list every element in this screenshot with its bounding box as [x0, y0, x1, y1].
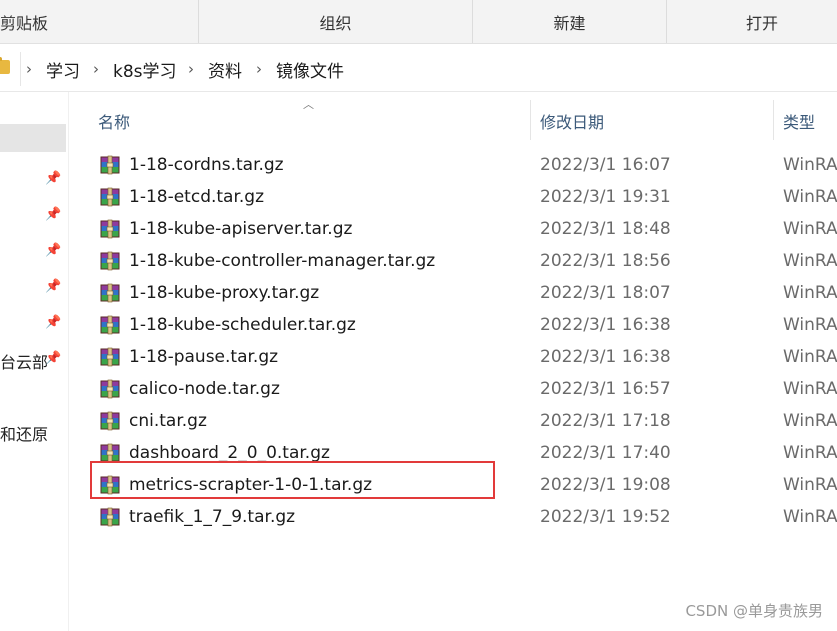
column-header-type[interactable]: 类型 — [783, 96, 815, 146]
file-date: 2022/3/1 16:38 — [540, 315, 671, 335]
file-name: 1-18-kube-apiserver.tar.gz — [129, 219, 353, 239]
file-date: 2022/3/1 18:07 — [540, 283, 671, 303]
file-type: WinRA — [783, 379, 837, 399]
file-type: WinRA — [783, 219, 837, 239]
nav-item-restore[interactable]: 和还原 — [0, 421, 48, 445]
winrar-archive-icon — [100, 251, 120, 271]
file-type: WinRA — [783, 411, 837, 431]
pin-icon[interactable]: 📌 — [45, 352, 61, 366]
file-name: traefik_1_7_9.tar.gz — [129, 507, 296, 527]
file-type: WinRA — [783, 187, 837, 207]
file-type: WinRA — [783, 507, 837, 527]
breadcrumb-materials[interactable]: 资料 — [208, 47, 242, 91]
column-separator[interactable] — [530, 100, 531, 140]
file-type: WinRA — [783, 251, 837, 271]
file-type: WinRA — [783, 475, 837, 495]
winrar-archive-icon — [100, 219, 120, 239]
file-row[interactable]: cni.tar.gz 2022/3/1 17:18 WinRA — [90, 405, 837, 437]
file-row[interactable]: 1-18-cordns.tar.gz 2022/3/1 16:07 WinRA — [90, 149, 837, 181]
pin-icon[interactable]: 📌 — [45, 208, 61, 222]
file-date: 2022/3/1 19:08 — [540, 475, 671, 495]
file-row[interactable]: calico-node.tar.gz 2022/3/1 16:57 WinRA — [90, 373, 837, 405]
pin-icon[interactable]: 📌 — [45, 244, 61, 258]
pin-icon[interactable]: 📌 — [45, 316, 61, 330]
file-name: cni.tar.gz — [129, 411, 207, 431]
file-name: 1-18-cordns.tar.gz — [129, 155, 284, 175]
address-bar[interactable]: › 学习 › k8s学习 › 资料 › 镜像文件 — [0, 47, 837, 92]
column-header-name[interactable]: 名称 — [98, 96, 130, 146]
file-row[interactable]: 1-18-etcd.tar.gz 2022/3/1 19:31 WinRA — [90, 181, 837, 213]
watermark: CSDN @单身贵族男 — [685, 602, 823, 620]
file-date: 2022/3/1 16:57 — [540, 379, 671, 399]
highlight-annotation — [90, 461, 495, 499]
winrar-archive-icon — [100, 411, 120, 431]
file-type: WinRA — [783, 155, 837, 175]
folder-icon — [0, 57, 10, 74]
chevron-right-icon[interactable]: › — [93, 47, 99, 91]
file-date: 2022/3/1 19:52 — [540, 507, 671, 527]
column-header-date[interactable]: 修改日期 — [540, 96, 604, 146]
sort-ascending-icon: ︿ — [303, 98, 314, 111]
ribbon-group-open[interactable]: 打开 — [667, 0, 837, 43]
file-row[interactable]: 1-18-kube-scheduler.tar.gz 2022/3/1 16:38… — [90, 309, 837, 341]
file-type: WinRA — [783, 315, 837, 335]
column-separator[interactable] — [773, 100, 774, 140]
winrar-archive-icon — [100, 155, 120, 175]
file-name: 1-18-pause.tar.gz — [129, 347, 279, 367]
pin-icon[interactable]: 📌 — [45, 280, 61, 294]
file-name: 1-18-kube-scheduler.tar.gz — [129, 315, 356, 335]
ribbon-group-clipboard[interactable]: 剪贴板 — [0, 0, 68, 43]
pin-icon[interactable]: 📌 — [45, 172, 61, 186]
file-type: WinRA — [783, 283, 837, 303]
file-date: 2022/3/1 17:40 — [540, 443, 671, 463]
ribbon-group-bar: 剪贴板 组织 新建 打开 — [0, 0, 837, 44]
file-date: 2022/3/1 17:18 — [540, 411, 671, 431]
navigation-pane: 📌 📌 📌 📌 📌 台云部 📌 和还原 — [0, 92, 69, 631]
ribbon-group-new[interactable]: 新建 — [473, 0, 666, 43]
file-name: calico-node.tar.gz — [129, 379, 280, 399]
winrar-archive-icon — [100, 347, 120, 367]
winrar-archive-icon — [100, 283, 120, 303]
file-row[interactable]: 1-18-kube-proxy.tar.gz 2022/3/1 18:07 WinR… — [90, 277, 837, 309]
file-type: WinRA — [783, 443, 837, 463]
winrar-archive-icon — [100, 507, 120, 527]
file-row[interactable]: 1-18-kube-apiserver.tar.gz 2022/3/1 18:48… — [90, 213, 837, 245]
file-name: 1-18-kube-proxy.tar.gz — [129, 283, 320, 303]
winrar-archive-icon — [100, 187, 120, 207]
breadcrumb-k8s-study[interactable]: k8s学习 — [113, 47, 177, 91]
file-name: 1-18-kube-controller-manager.tar.gz — [129, 251, 436, 271]
winrar-archive-icon — [100, 443, 120, 463]
ribbon-group-organize[interactable]: 组织 — [199, 0, 472, 43]
file-row[interactable]: traefik_1_7_9.tar.gz 2022/3/1 19:52 WinRA — [90, 501, 837, 533]
file-type: WinRA — [783, 347, 837, 367]
winrar-archive-icon — [100, 379, 120, 399]
file-name: 1-18-etcd.tar.gz — [129, 187, 265, 207]
file-date: 2022/3/1 18:56 — [540, 251, 671, 271]
file-row[interactable]: 1-18-kube-controller-manager.tar.gz 2022/… — [90, 245, 837, 277]
file-date: 2022/3/1 16:07 — [540, 155, 671, 175]
file-date: 2022/3/1 19:31 — [540, 187, 671, 207]
chevron-right-icon[interactable]: › — [256, 47, 262, 91]
file-row[interactable]: 1-18-pause.tar.gz 2022/3/1 16:38 WinRA — [90, 341, 837, 373]
breadcrumb-image-files[interactable]: 镜像文件 — [276, 47, 344, 91]
breadcrumb-study[interactable]: 学习 — [46, 47, 80, 91]
chevron-right-icon[interactable]: › — [188, 47, 194, 91]
file-date: 2022/3/1 16:38 — [540, 347, 671, 367]
nav-item-cloud[interactable]: 台云部 — [0, 349, 48, 373]
chevron-right-icon[interactable]: › — [26, 47, 32, 91]
nav-selected-item[interactable] — [0, 124, 66, 152]
winrar-archive-icon — [100, 315, 120, 335]
file-date: 2022/3/1 18:48 — [540, 219, 671, 239]
